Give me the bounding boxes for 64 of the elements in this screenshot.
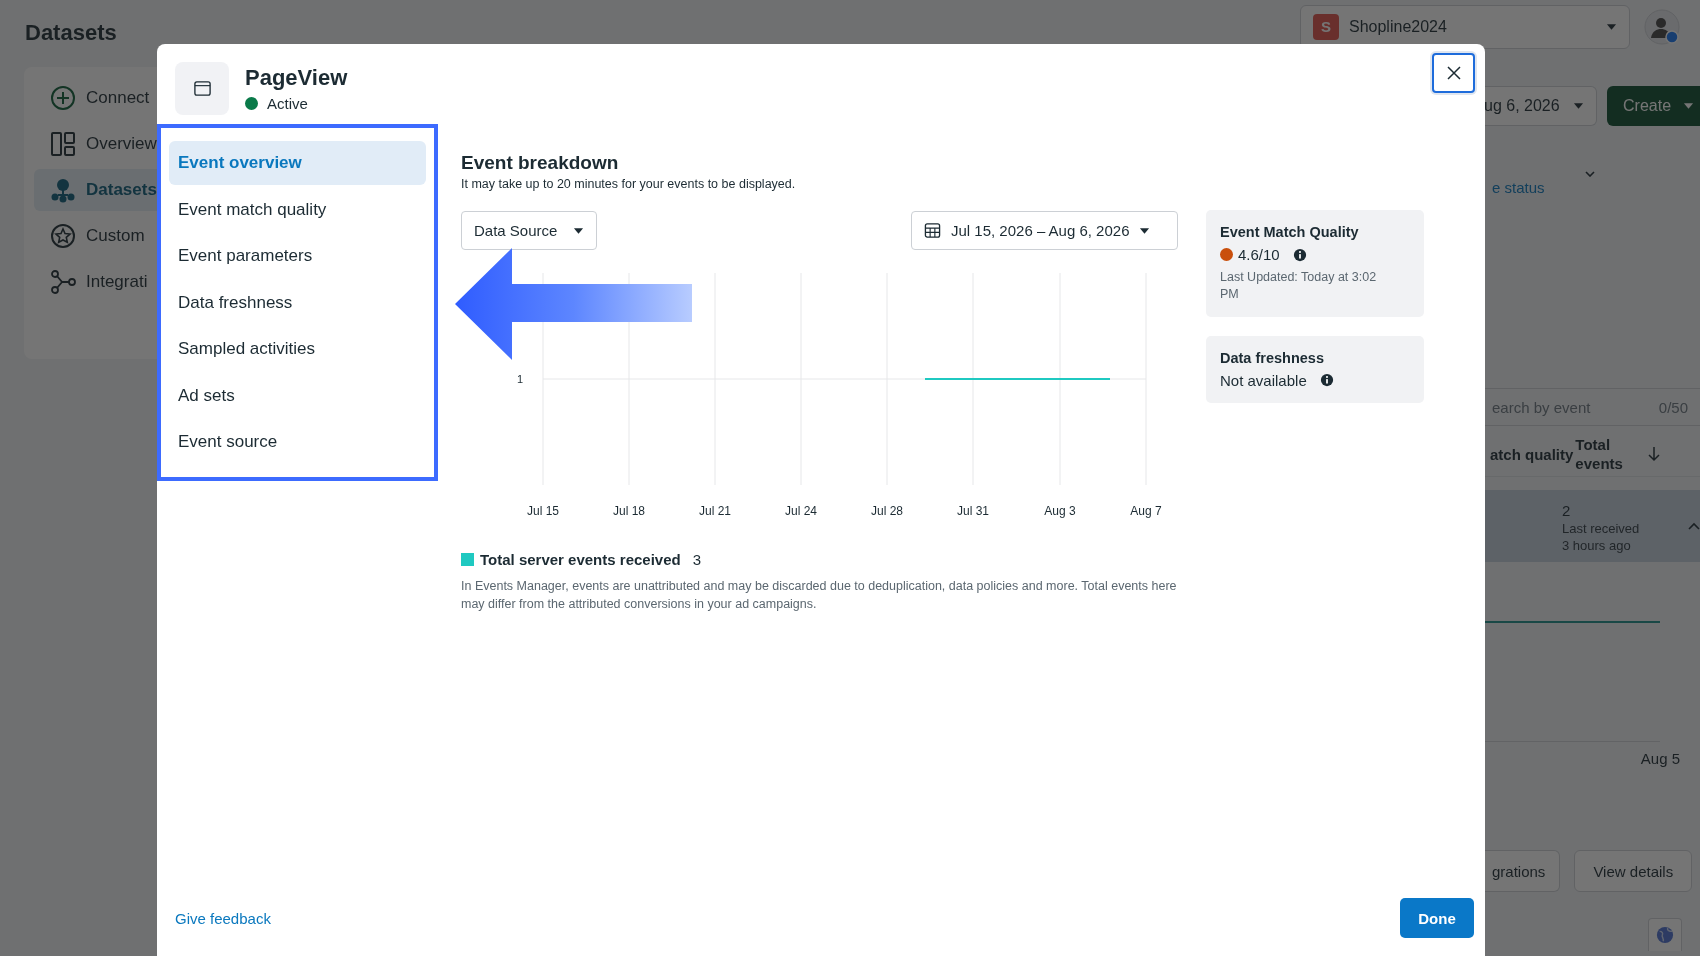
axis-label: Aug 5: [1640, 750, 1680, 767]
menu-item[interactable]: Data freshness: [169, 280, 426, 325]
menu-item[interactable]: Sampled activities: [169, 327, 426, 371]
column-header[interactable]: atch quality: [1490, 445, 1574, 463]
card-title: Data freshness: [1220, 349, 1325, 366]
info-note: In Events Manager, events are unattributed and may be discarded due to deduplication, data policies and more. Total events here may differ from the attributed conversions in your ad campaigns.: [461, 578, 1178, 613]
section-title: Event breakdown: [461, 152, 620, 174]
globe-icon: [1656, 926, 1674, 944]
menu-item[interactable]: Event parameters: [169, 234, 426, 278]
browser-window-icon: [192, 79, 212, 98]
card-value: Not available: [1220, 371, 1307, 389]
action-button[interactable]: View details: [1574, 850, 1693, 892]
create-button[interactable]: Create: [1607, 86, 1700, 126]
card-title: Event Match Quality: [1220, 224, 1360, 240]
account-select[interactable]: S Shopline2024: [1300, 4, 1630, 49]
caret-icon: [1573, 102, 1584, 110]
status-label: Active: [267, 95, 308, 112]
caret-icon: [1683, 102, 1695, 110]
axis-label: Jul 28: [871, 504, 903, 518]
menu-item[interactable]: Event source: [169, 420, 426, 464]
info-icon[interactable]: [1292, 247, 1307, 262]
section-subtitle: It may take up to 20 minutes for your events to be displayed.: [461, 177, 797, 191]
axis-label: 1: [516, 373, 524, 385]
caret-icon: [573, 226, 585, 235]
menu-item[interactable]: Event overview: [169, 141, 426, 185]
axis-label: Jul 21: [699, 504, 731, 518]
card-value: 4.6/10: [1238, 246, 1280, 263]
status-link[interactable]: e status: [1492, 179, 1545, 196]
close-icon: [1445, 65, 1462, 81]
chevron-up-icon[interactable]: [1688, 522, 1700, 530]
table-cell-text: Last received 3 hours ago: [1562, 521, 1641, 555]
date-range-picker[interactable]: Jul 15, 2026 – Aug 6, 2026: [911, 211, 1178, 250]
legend-swatch: [461, 553, 474, 566]
sort-arrow-icon[interactable]: [1648, 446, 1661, 462]
column-header[interactable]: Total events: [1575, 434, 1631, 474]
data-source-dropdown[interactable]: Data Source: [461, 211, 598, 250]
menu-item[interactable]: Ad sets: [169, 373, 426, 418]
people-icon: [50, 177, 76, 203]
caret-icon: [1606, 22, 1617, 31]
axis-label: Aug 7: [1130, 504, 1162, 518]
nodes-icon: [50, 269, 76, 295]
info-icon[interactable]: [1319, 373, 1334, 388]
caret-icon: [1139, 226, 1151, 235]
axis-label: Aug 3: [1044, 504, 1076, 518]
axis-label: Jul 24: [785, 504, 817, 518]
language-button[interactable]: [1648, 918, 1682, 951]
page-title: Datasets: [25, 19, 117, 46]
done-button[interactable]: Done: [1400, 898, 1474, 938]
card-detail: Last Updated: Today at 3:02 PM: [1220, 269, 1378, 303]
event-title: PageView: [245, 65, 348, 91]
close-button[interactable]: [1432, 53, 1475, 93]
legend-value: 3: [692, 551, 701, 568]
table-cell-text: 2: [1562, 502, 1572, 519]
axis-label: Jul 31: [957, 504, 989, 518]
axis-label: Jul 18: [613, 504, 645, 518]
plus-icon: [50, 85, 76, 111]
account-logo: S: [1313, 13, 1339, 40]
axis-label: Jul 15: [527, 504, 559, 518]
layout-icon: [50, 131, 76, 157]
legend-label: Total server events received: [480, 551, 681, 568]
feedback-link[interactable]: Give feedback: [175, 909, 271, 927]
chevron-icon: [1584, 171, 1595, 177]
avatar-icon[interactable]: [1644, 8, 1680, 45]
calendar-icon: [924, 222, 941, 239]
